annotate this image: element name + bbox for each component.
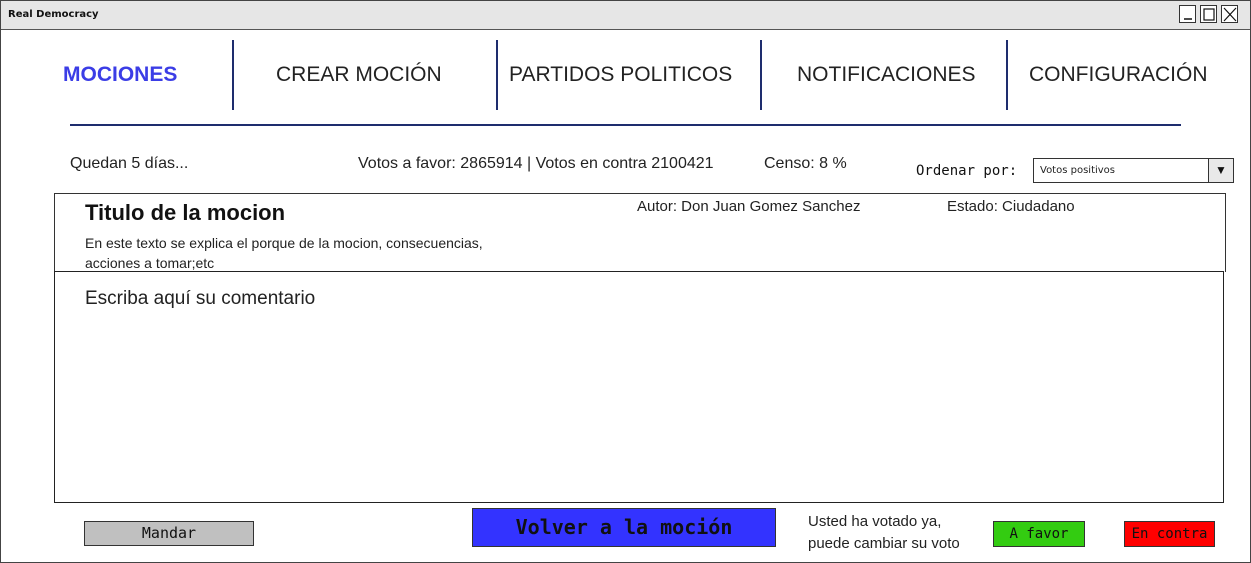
close-icon (1223, 7, 1237, 22)
nav-underline (70, 124, 1181, 126)
back-to-motion-button[interactable]: Volver a la moción (472, 508, 776, 547)
tab-mociones[interactable]: MOCIONES (63, 63, 177, 87)
window-title: Real Democracy (8, 9, 99, 20)
maximize-button[interactable] (1200, 5, 1217, 23)
comment-placeholder[interactable]: Escriba aquí su comentario (85, 288, 315, 310)
motion-title: Titulo de la mocion (85, 200, 286, 225)
motion-description: En este texto se explica el porque de la… (85, 235, 483, 271)
nav-divider (760, 40, 762, 110)
time-left-text: Quedan 5 días... (70, 155, 189, 172)
tab-crear-mocion[interactable]: CREAR MOCIÓN (276, 63, 442, 87)
sort-label: Ordenar por: (916, 163, 1018, 179)
title-bar: Real Democracy (1, 1, 1250, 30)
tab-configuracion[interactable]: CONFIGURACIÓN (1029, 63, 1208, 87)
vote-status-note: Usted ha votado ya, puede cambiar su vot… (808, 511, 960, 555)
motion-state: Estado: Ciudadano (947, 198, 1075, 215)
vote-note-line1: Usted ha votado ya, (808, 513, 942, 530)
vote-count-text: Votos a favor: 2865914 | Votos en contra… (358, 155, 714, 172)
vote-note-line2: puede cambiar su voto (808, 535, 960, 552)
chevron-down-icon[interactable]: ▼ (1208, 159, 1233, 182)
close-button[interactable] (1221, 5, 1238, 23)
maximize-icon (1203, 8, 1215, 21)
app-window: Real Democracy MOCIONES CREAR MOCIÓN PAR… (0, 0, 1251, 563)
tab-partidos-politicos[interactable]: PARTIDOS POLITICOS (509, 63, 732, 87)
sort-dropdown[interactable]: Votos positivos ▼ (1033, 158, 1234, 183)
vote-favor-button[interactable]: A favor (993, 521, 1085, 547)
nav-divider (1006, 40, 1008, 110)
motion-author: Autor: Don Juan Gomez Sanchez (637, 198, 861, 215)
nav-divider (496, 40, 498, 110)
census-text: Censo: 8 % (764, 155, 847, 172)
send-button[interactable]: Mandar (84, 521, 254, 546)
sort-selected-value: Votos positivos (1040, 165, 1116, 176)
minimize-icon (1184, 18, 1192, 20)
nav-divider (232, 40, 234, 110)
tab-notificaciones[interactable]: NOTIFICACIONES (797, 63, 976, 87)
minimize-button[interactable] (1179, 5, 1196, 23)
vote-contra-button[interactable]: En contra (1124, 521, 1215, 547)
